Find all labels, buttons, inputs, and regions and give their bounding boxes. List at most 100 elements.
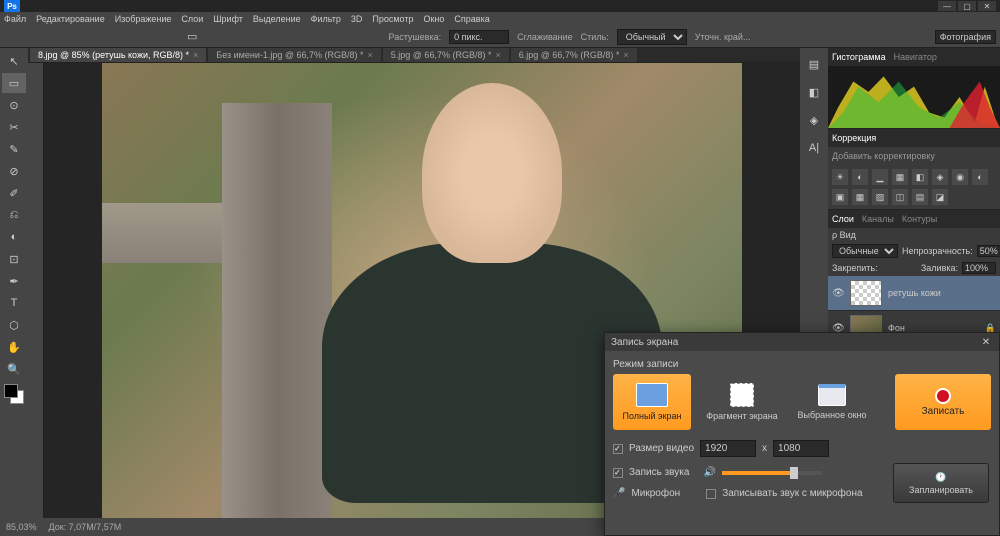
channel-mixer-icon[interactable]: ▦ [852, 189, 868, 205]
menu-type[interactable]: Шрифт [213, 14, 243, 24]
tab-close-icon[interactable]: × [368, 50, 373, 60]
posterize-icon[interactable]: ▤ [912, 189, 928, 205]
menu-3d[interactable]: 3D [351, 14, 363, 24]
stamp-tool[interactable]: ⎌ [2, 205, 26, 225]
hue-icon[interactable]: ◈ [932, 169, 948, 185]
hand-tool[interactable]: ✋ [2, 337, 26, 357]
layer-name[interactable]: ретушь кожи [888, 288, 941, 298]
zoom-tool[interactable]: 🔍 [2, 359, 26, 379]
tool-preset-icon[interactable]: ▭ [180, 27, 204, 47]
blend-mode-select[interactable]: Обычные [832, 244, 898, 258]
monitor-icon [636, 383, 668, 407]
zoom-level[interactable]: 85,03% [6, 522, 37, 532]
record-button[interactable]: Записать [895, 374, 991, 430]
color-balance-icon[interactable]: ◉ [952, 169, 968, 185]
speaker-icon[interactable]: 🔊 [703, 467, 715, 478]
crop-tool[interactable]: ✂ [2, 117, 26, 137]
healing-tool[interactable]: ⊘ [2, 161, 26, 181]
gradient-tool[interactable]: ◐ [2, 227, 26, 247]
menu-filter[interactable]: Фильтр [311, 14, 341, 24]
vibrance-icon[interactable]: ◧ [912, 169, 928, 185]
schedule-button[interactable]: 🕐 Запланировать [893, 463, 989, 503]
volume-slider[interactable] [722, 471, 822, 475]
document-info[interactable]: Док: 7,07M/7,57M [49, 522, 122, 532]
video-size-checkbox[interactable] [613, 444, 623, 454]
slider-thumb[interactable] [790, 467, 798, 479]
close-button[interactable]: ✕ [978, 1, 996, 11]
blur-tool[interactable]: ⊡ [2, 249, 26, 269]
mode-fragment[interactable]: Фрагмент экрана [703, 374, 781, 430]
styles-icon[interactable]: ◈ [802, 108, 826, 132]
document-tab[interactable]: 6.jpg @ 66,7% (RGB/8) *× [511, 48, 637, 62]
swatches-icon[interactable]: ◧ [802, 80, 826, 104]
threshold-icon[interactable]: ◪ [932, 189, 948, 205]
tab-close-icon[interactable]: × [495, 50, 500, 60]
character-icon[interactable]: A| [802, 136, 826, 160]
layer-thumbnail[interactable] [850, 280, 882, 306]
mic-record-checkbox[interactable] [706, 489, 716, 499]
minimize-button[interactable]: — [938, 1, 956, 11]
document-tab[interactable]: 5.jpg @ 66,7% (RGB/8) *× [383, 48, 509, 62]
pen-tool[interactable]: ✒ [2, 271, 26, 291]
feather-input[interactable] [449, 30, 509, 44]
document-tab[interactable]: Без имени-1.jpg @ 66,7% (RGB/8) *× [208, 48, 381, 62]
style-select[interactable]: Обычный [617, 29, 687, 45]
maximize-button[interactable]: ▢ [958, 1, 976, 11]
menu-view[interactable]: Просмотр [372, 14, 413, 24]
levels-icon[interactable]: ◐ [852, 169, 868, 185]
curves-icon[interactable]: ▁ [872, 169, 888, 185]
tab-close-icon[interactable]: × [623, 50, 628, 60]
photo-filter-icon[interactable]: ▣ [832, 189, 848, 205]
type-tool[interactable]: T [2, 293, 26, 313]
antialias-checkbox[interactable]: Сглаживание [517, 32, 573, 42]
tab-label: 5.jpg @ 66,7% (RGB/8) * [391, 50, 492, 60]
workspace-select[interactable]: Фотография [935, 30, 996, 44]
menu-select[interactable]: Выделение [253, 14, 301, 24]
dialog-titlebar[interactable]: Запись экрана ✕ [605, 333, 999, 351]
menu-help[interactable]: Справка [454, 14, 489, 24]
refine-edge-button[interactable]: Уточн. край... [695, 32, 751, 42]
menu-edit[interactable]: Редактирование [36, 14, 105, 24]
color-swatches[interactable] [4, 384, 24, 404]
tab-histogram[interactable]: Гистограмма [832, 52, 886, 62]
record-icon [935, 388, 951, 404]
dialog-close-icon[interactable]: ✕ [979, 337, 993, 348]
move-tool[interactable]: ↖ [2, 51, 26, 71]
history-icon[interactable]: ▤ [802, 52, 826, 76]
tab-adjustments[interactable]: Коррекция [832, 133, 876, 143]
fill-input[interactable] [962, 262, 996, 274]
height-input[interactable] [773, 440, 829, 457]
marquee-tool[interactable]: ▭ [2, 73, 26, 93]
lookup-icon[interactable]: ▨ [872, 189, 888, 205]
mode-fullscreen[interactable]: Полный экран [613, 374, 691, 430]
lock-label: Закрепить: [832, 263, 878, 273]
opacity-input[interactable] [977, 245, 1000, 257]
vertical-ruler[interactable] [28, 63, 44, 523]
menu-image[interactable]: Изображение [115, 14, 172, 24]
style-label: Стиль: [581, 32, 609, 42]
tab-layers[interactable]: Слои [832, 214, 854, 224]
tab-close-icon[interactable]: × [193, 50, 198, 60]
audio-checkbox[interactable] [613, 468, 623, 478]
lasso-tool[interactable]: ⊙ [2, 95, 26, 115]
exposure-icon[interactable]: ▦ [892, 169, 908, 185]
fg-color-swatch[interactable] [4, 384, 18, 398]
menu-layers[interactable]: Слои [181, 14, 203, 24]
bw-icon[interactable]: ◐ [972, 169, 988, 185]
brush-tool[interactable]: ✐ [2, 183, 26, 203]
tab-navigator[interactable]: Навигатор [894, 52, 937, 62]
layer-row[interactable]: 👁 ретушь кожи [828, 276, 1000, 311]
menu-file[interactable]: Файл [4, 14, 26, 24]
menu-window[interactable]: Окно [423, 14, 444, 24]
visibility-icon[interactable]: 👁 [832, 288, 844, 299]
document-tab[interactable]: 8.jpg @ 85% (ретушь кожи, RGB/8) *× [30, 48, 206, 62]
mode-label: Фрагмент экрана [706, 411, 777, 421]
eyedropper-tool[interactable]: ✎ [2, 139, 26, 159]
invert-icon[interactable]: ◫ [892, 189, 908, 205]
tab-paths[interactable]: Контуры [902, 214, 937, 224]
shape-tool[interactable]: ⬡ [2, 315, 26, 335]
brightness-icon[interactable]: ☀ [832, 169, 848, 185]
tab-channels[interactable]: Каналы [862, 214, 894, 224]
width-input[interactable] [700, 440, 756, 457]
mode-window[interactable]: Выбранное окно [793, 374, 871, 430]
